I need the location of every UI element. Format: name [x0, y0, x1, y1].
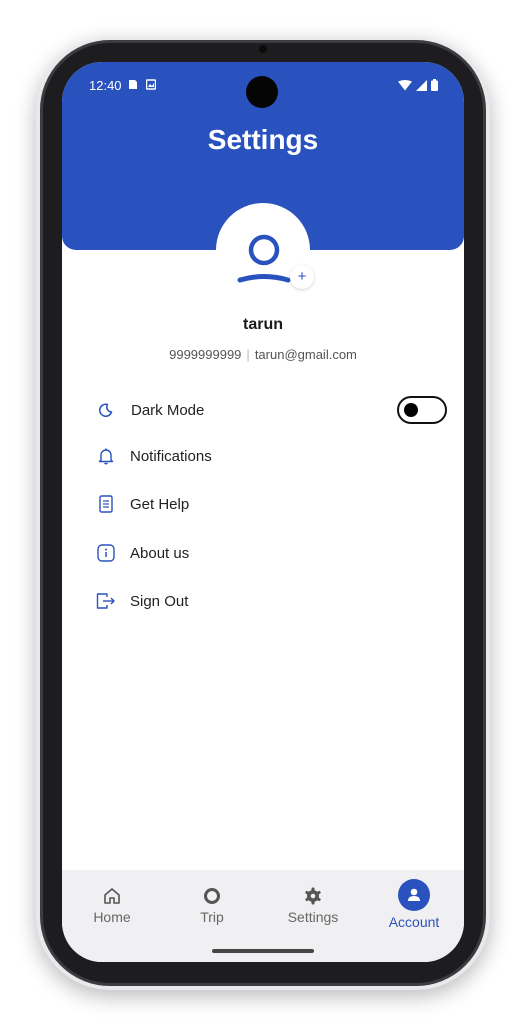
get-help-label: Get Help: [130, 495, 190, 513]
front-camera: [246, 76, 278, 108]
dark-mode-label: Dark Mode: [131, 401, 205, 419]
profile-name: tarun: [243, 316, 283, 333]
nav-home-label: Home: [93, 909, 131, 925]
document-icon: [96, 494, 116, 514]
page-title: Settings: [207, 124, 319, 155]
profile-contact: 9999999999 | tarun@gmail.com: [62, 347, 464, 362]
status-time: 12:40: [89, 78, 122, 93]
menu-item-sign-out[interactable]: Sign Out: [96, 587, 188, 615]
nav-account-label: Account: [388, 914, 440, 930]
home-indicator[interactable]: [212, 949, 314, 953]
nav-trip-label: Trip: [200, 909, 224, 925]
user-icon: [237, 234, 291, 283]
earpiece-speaker: [259, 45, 267, 53]
moon-icon: [96, 400, 116, 420]
status-notification-icons: [128, 79, 156, 90]
account-icon: [402, 883, 426, 907]
logout-icon: [96, 591, 116, 611]
nav-trip[interactable]: Trip: [162, 870, 262, 940]
toggle-knob: [404, 403, 418, 417]
add-photo-button[interactable]: +: [290, 265, 314, 289]
info-icon: [96, 543, 116, 563]
app-screen: 12:40 Settings + tarun 9999999999 | taru…: [62, 62, 464, 962]
nav-settings[interactable]: Settings: [263, 870, 363, 940]
home-icon: [100, 884, 124, 908]
bell-icon: [96, 446, 116, 466]
nav-home[interactable]: Home: [62, 870, 162, 940]
menu-item-notifications[interactable]: Notifications: [96, 442, 212, 470]
nav-settings-label: Settings: [287, 909, 339, 925]
sign-out-label: Sign Out: [130, 592, 189, 610]
notifications-label: Notifications: [130, 447, 212, 465]
contact-separator: |: [246, 347, 250, 362]
wifi-icon: [398, 79, 412, 90]
menu-item-get-help[interactable]: Get Help: [96, 490, 189, 518]
profile-email: tarun@gmail.com: [254, 347, 357, 362]
dark-mode-toggle[interactable]: [397, 396, 447, 424]
about-us-label: About us: [130, 544, 190, 562]
menu-item-about-us[interactable]: About us: [96, 539, 189, 567]
nav-account[interactable]: Account: [364, 870, 464, 940]
menu-item-dark-mode[interactable]: Dark Mode: [96, 396, 204, 424]
profile-phone: 9999999999: [169, 347, 242, 362]
circle-icon: [200, 884, 224, 908]
status-system-icons: [398, 79, 438, 91]
signal-icon: [416, 79, 427, 91]
photo-icon: [146, 79, 156, 90]
sim-card-icon: [129, 80, 137, 89]
gear-icon: [301, 884, 325, 908]
battery-icon: [431, 79, 438, 91]
